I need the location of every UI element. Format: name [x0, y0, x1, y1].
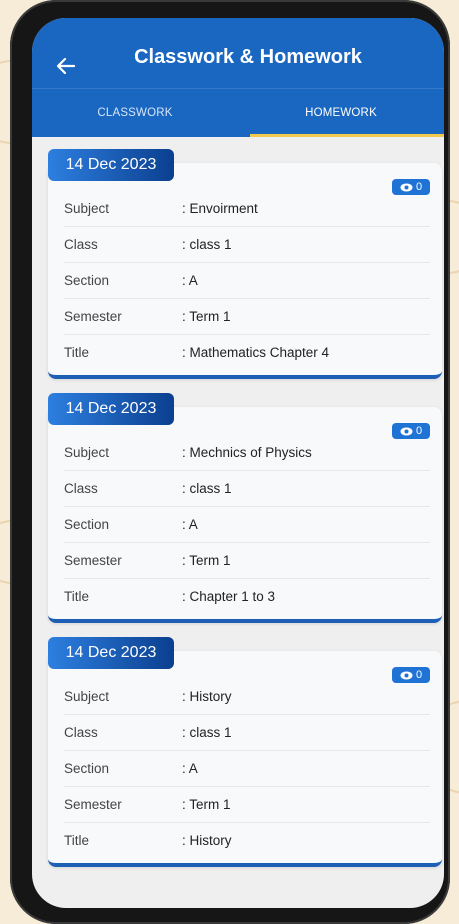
class-label: Class [64, 725, 98, 740]
semester-value: : Term 1 [182, 309, 231, 324]
row-class: Class : class 1 [64, 471, 430, 507]
row-semester: Semester : Term 1 [64, 299, 430, 335]
row-title: Title : Mathematics Chapter 4 [64, 335, 430, 370]
semester-label: Semester [64, 553, 122, 568]
subject-value: : Envoirment [182, 201, 258, 216]
homework-list: 14 Dec 2023 0 Subject: Envoirment Class:… [32, 137, 444, 867]
card-body: 0 Subject: Mechnics of Physics Class: cl… [48, 407, 442, 623]
tab-indicator [250, 134, 444, 137]
date-badge: 14 Dec 2023 [48, 637, 174, 669]
row-section: Section : A [64, 263, 430, 299]
semester-value: : Term 1 [182, 553, 231, 568]
title-value: : History [182, 833, 232, 848]
row-subject: Subject : Envoirment [64, 191, 430, 227]
section-value: : A [182, 517, 198, 532]
semester-label: Semester [64, 309, 122, 324]
row-title: Title : Chapter 1 to 3 [64, 579, 430, 614]
row-semester: Semester : Term 1 [64, 787, 430, 823]
section-label: Section [64, 273, 110, 288]
class-value: : class 1 [182, 237, 232, 252]
title-value: : Mathematics Chapter 4 [182, 345, 330, 360]
title-label: Title [64, 589, 90, 604]
section-label: Section [64, 761, 110, 776]
section-value: : A [182, 761, 198, 776]
row-section: Section : A [64, 751, 430, 787]
card-body: 0 Subject: History Class: class 1 Sectio… [48, 651, 442, 867]
date-badge: 14 Dec 2023 [48, 149, 174, 181]
subject-label: Subject [64, 445, 110, 460]
class-value: : class 1 [182, 725, 232, 740]
homework-card[interactable]: 14 Dec 2023 0 Subject: History Class: cl… [32, 637, 444, 867]
section-label: Section [64, 517, 110, 532]
subject-value: : Mechnics of Physics [182, 445, 312, 460]
tab-classwork[interactable]: CLASSWORK [32, 89, 238, 137]
tab-bar: CLASSWORK HOMEWORK [32, 88, 444, 137]
tab-homework[interactable]: HOMEWORK [238, 89, 444, 137]
class-label: Class [64, 237, 98, 252]
app-bar: Classwork & Homework [32, 18, 444, 88]
row-class: Class : class 1 [64, 227, 430, 263]
row-class: Class : class 1 [64, 715, 430, 751]
title-label: Title [64, 833, 90, 848]
row-subject: Subject : History [64, 679, 430, 715]
class-label: Class [64, 481, 98, 496]
section-value: : A [182, 273, 198, 288]
homework-card[interactable]: 14 Dec 2023 0 Subject: Envoirment Class:… [32, 149, 444, 379]
row-subject: Subject : Mechnics of Physics [64, 435, 430, 471]
phone-frame: Classwork & Homework CLASSWORK HOMEWORK … [10, 0, 450, 924]
row-section: Section : A [64, 507, 430, 543]
semester-label: Semester [64, 797, 122, 812]
homework-card[interactable]: 14 Dec 2023 0 Subject: Mechnics of Physi… [32, 393, 444, 623]
page-title: Classwork & Homework [134, 46, 362, 68]
title-value: : Chapter 1 to 3 [182, 589, 276, 604]
class-value: : class 1 [182, 481, 232, 496]
row-title: Title : History [64, 823, 430, 858]
semester-value: : Term 1 [182, 797, 231, 812]
subject-label: Subject [64, 689, 110, 704]
card-body: 0 Subject: Envoirment Class: class 1 Sec… [48, 163, 442, 379]
date-badge: 14 Dec 2023 [48, 393, 174, 425]
title-label: Title [64, 345, 90, 360]
subject-label: Subject [64, 201, 110, 216]
app-screen: Classwork & Homework CLASSWORK HOMEWORK … [32, 18, 444, 908]
subject-value: : History [182, 689, 232, 704]
row-semester: Semester : Term 1 [64, 543, 430, 579]
